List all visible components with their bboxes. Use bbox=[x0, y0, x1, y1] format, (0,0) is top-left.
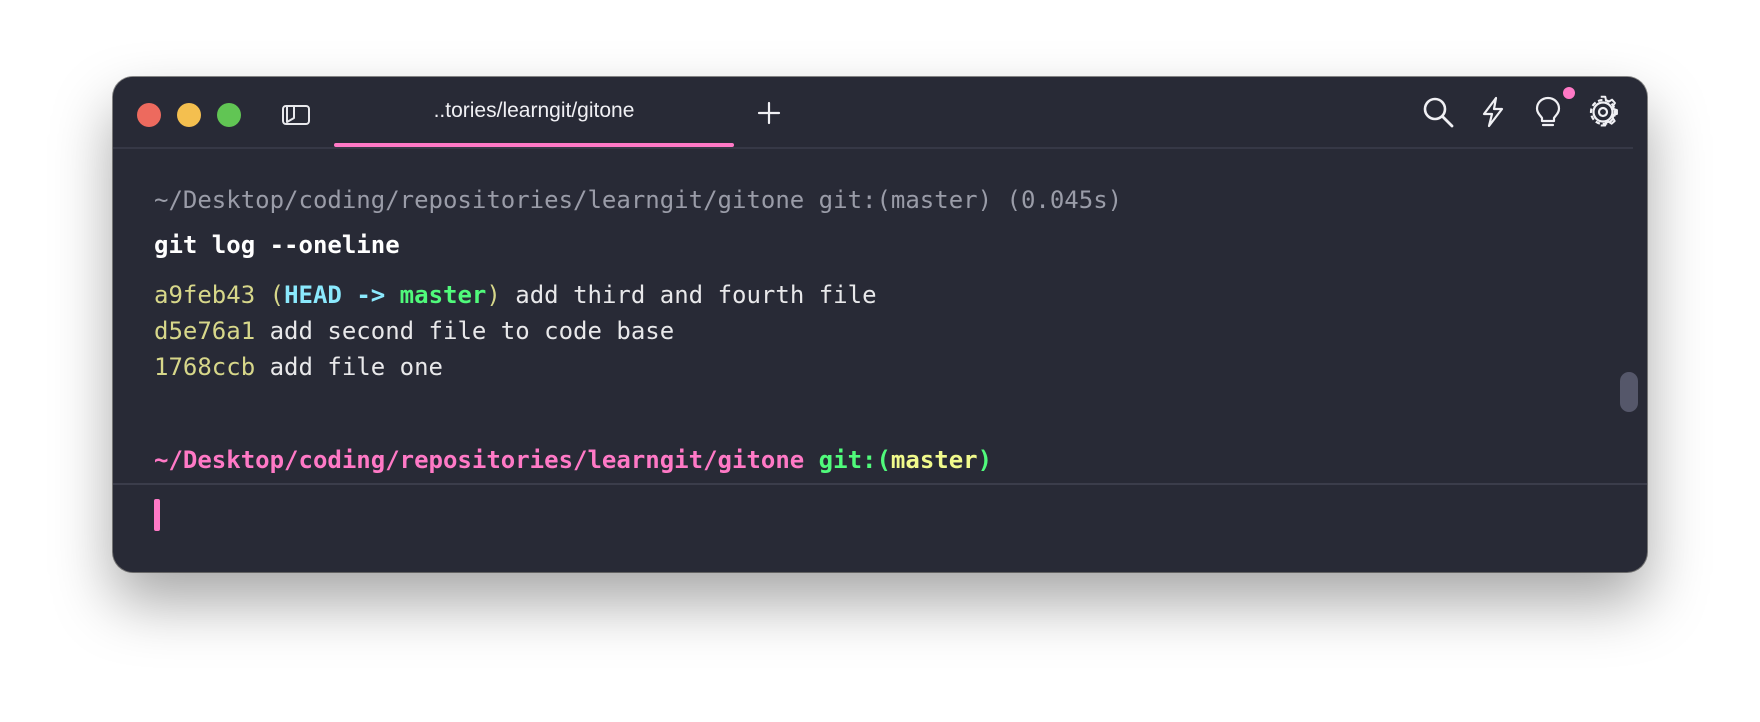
block-meta: ~/Desktop/coding/repositories/learngit/g… bbox=[154, 186, 1123, 214]
commit-message: add third and fourth file bbox=[515, 281, 877, 309]
output-line: d5e76a1 add second file to code base bbox=[154, 316, 674, 346]
lightbulb-icon[interactable] bbox=[1530, 94, 1566, 130]
gear-icon[interactable] bbox=[1585, 94, 1621, 130]
prompt-path: ~/Desktop/coding/repositories/learngit/g… bbox=[154, 446, 805, 474]
commit-hash: d5e76a1 bbox=[154, 317, 256, 345]
commit-message: add file one bbox=[269, 353, 443, 381]
prompt-git-suffix: ) bbox=[977, 446, 993, 474]
terminal-window: ..tories/learngit/gitone ~/Desktop/codin… bbox=[113, 77, 1647, 572]
output-line: a9feb43 (HEAD -> master) add third and f… bbox=[154, 280, 877, 310]
title-bar: ..tories/learngit/gitone bbox=[113, 77, 1647, 147]
close-window-button[interactable] bbox=[137, 103, 161, 127]
ref-paren-close: ) bbox=[486, 281, 501, 309]
prompt-git-prefix: git:( bbox=[818, 446, 891, 474]
plus-icon bbox=[757, 101, 781, 125]
commit-message: add second file to code base bbox=[269, 317, 675, 345]
tab-active[interactable]: ..tories/learngit/gitone bbox=[334, 77, 734, 147]
commit-hash: 1768ccb bbox=[154, 353, 256, 381]
prompt-branch: master bbox=[890, 446, 978, 474]
command-text: git log --oneline bbox=[154, 231, 400, 259]
block-separator bbox=[113, 483, 1647, 485]
new-tab-button[interactable] bbox=[753, 97, 785, 129]
branch-ref: master bbox=[399, 281, 487, 309]
prompt: ~/Desktop/coding/repositories/learngit/g… bbox=[154, 445, 992, 475]
minimize-window-button[interactable] bbox=[177, 103, 201, 127]
scrollbar-thumb[interactable] bbox=[1620, 372, 1638, 412]
ref-arrow: -> bbox=[356, 281, 386, 309]
tab-title: ..tories/learngit/gitone bbox=[433, 99, 635, 122]
search-icon[interactable] bbox=[1420, 94, 1456, 130]
input-cursor[interactable] bbox=[154, 499, 160, 531]
ref-paren-open: ( bbox=[269, 281, 285, 309]
head-ref: HEAD bbox=[284, 281, 342, 309]
maximize-window-button[interactable] bbox=[217, 103, 241, 127]
commit-hash: a9feb43 bbox=[154, 281, 256, 309]
panel-toggle-icon[interactable] bbox=[281, 101, 311, 129]
notification-dot bbox=[1563, 87, 1575, 99]
bolt-icon[interactable] bbox=[1475, 94, 1511, 130]
output-line: 1768ccb add file one bbox=[154, 352, 443, 382]
